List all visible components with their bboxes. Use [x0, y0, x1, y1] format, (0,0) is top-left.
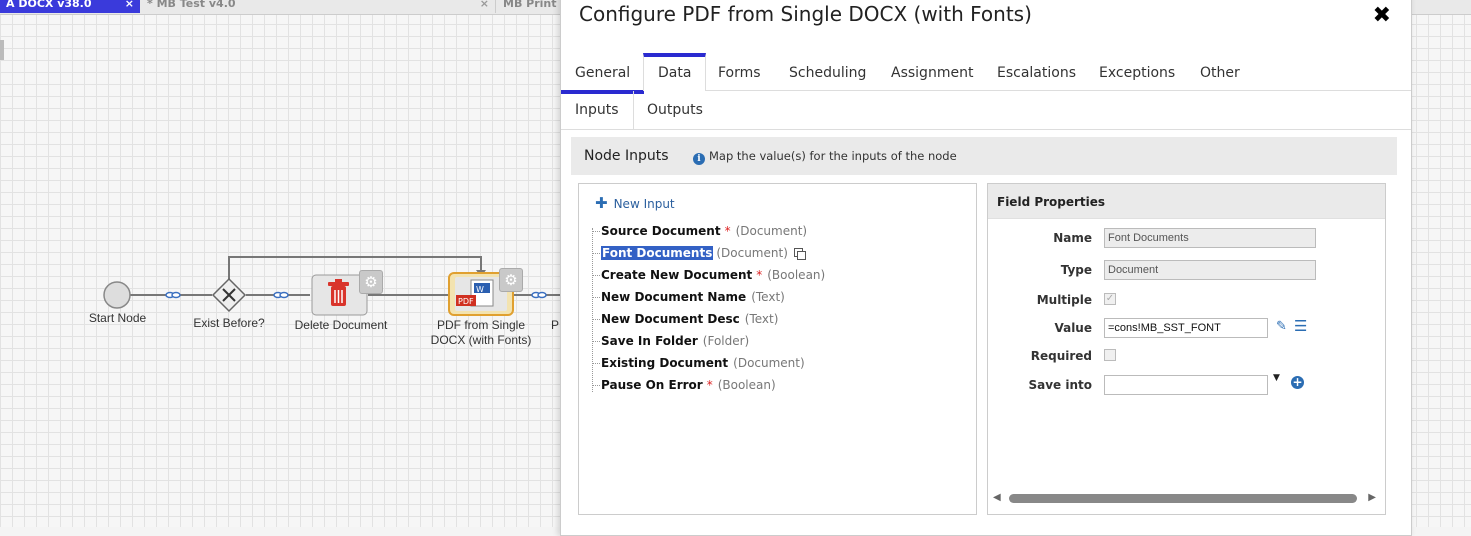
input-name[interactable]: Source Document	[601, 224, 721, 238]
field-properties-title: Field Properties	[997, 195, 1106, 209]
scrollbar-thumb[interactable]	[1009, 494, 1357, 503]
link-icon	[531, 291, 547, 299]
tab-other[interactable]: Other	[1200, 53, 1240, 90]
trash-icon	[328, 279, 349, 306]
node-inputs-title: Node Inputs	[584, 148, 669, 164]
tab-forms[interactable]: Forms	[718, 53, 761, 90]
new-input-button[interactable]: ✚ New Input	[595, 194, 675, 212]
multiple-row: Multiple ✓	[988, 290, 1385, 314]
input-type: (Document)	[716, 246, 788, 260]
required-marker: *	[756, 268, 763, 282]
tree-item-new-document-desc[interactable]: New Document Desc (Text)	[592, 312, 778, 332]
required-marker: *	[724, 224, 731, 238]
input-type: (Text)	[744, 312, 779, 326]
value-input[interactable]: =cons!MB_SST_FONT	[1104, 318, 1268, 338]
dialog-tabs: General Data Forms Scheduling Assignment…	[561, 53, 1411, 94]
value-row: Value =cons!MB_SST_FONT ✎ ☰	[988, 317, 1385, 342]
input-name[interactable]: New Document Desc	[601, 312, 740, 326]
tab-data[interactable]: Data	[643, 53, 707, 91]
tab-escalations[interactable]: Escalations	[997, 53, 1076, 90]
new-input-label: New Input	[613, 197, 675, 211]
tree-item-existing-document[interactable]: Existing Document (Document)	[592, 356, 805, 376]
input-type: (Document)	[733, 356, 805, 370]
save-into-row: Save into ▼ +	[988, 373, 1385, 399]
tree-item-create-new-document[interactable]: Create New Document * (Boolean)	[592, 268, 825, 288]
value-label: Value	[1054, 321, 1092, 335]
tree-item-font-documents[interactable]: Font Documents (Document)	[592, 246, 806, 266]
tree-item-save-in-folder[interactable]: Save In Folder (Folder)	[592, 334, 749, 354]
multiple-label: Multiple	[1036, 293, 1092, 307]
type-row: Type Document	[988, 260, 1385, 284]
add-icon[interactable]: +	[1291, 376, 1304, 389]
dialog-subtabs: Inputs Outputs	[561, 91, 1411, 130]
tab-exceptions[interactable]: Exceptions	[1099, 53, 1175, 90]
node-inputs-help-text: Map the value(s) for the inputs of the n…	[709, 149, 957, 163]
save-into-label: Save into	[1028, 378, 1092, 392]
inputs-tree: ✚ New Input Source Document * (Document) Fo…	[578, 183, 977, 515]
required-marker: *	[706, 378, 713, 392]
input-name[interactable]: Save In Folder	[601, 334, 698, 348]
tree-item-pause-on-error[interactable]: Pause On Error * (Boolean)	[592, 378, 776, 398]
plus-icon: ✚	[595, 194, 608, 212]
input-type: (Text)	[751, 290, 785, 304]
required-label: Required	[1030, 349, 1092, 363]
name-row: Name Font Documents	[988, 228, 1385, 252]
gateway-label: Exist Before?	[193, 316, 265, 330]
svg-text:W: W	[476, 285, 484, 294]
pdf-node-label: PDF from Single DOCX (with Fonts)	[422, 318, 540, 348]
input-type: (Boolean)	[767, 268, 826, 282]
copy-icon[interactable]	[793, 248, 806, 260]
link-icon	[273, 291, 289, 299]
delete-node-label: Delete Document	[294, 318, 388, 332]
configure-node-dialog: Configure PDF from Single DOCX (with Fon…	[560, 0, 1412, 536]
type-label: Type	[1060, 263, 1092, 277]
tab-assignment[interactable]: Assignment	[891, 53, 973, 90]
required-row: Required	[988, 346, 1385, 370]
input-name[interactable]: Existing Document	[601, 356, 728, 370]
horizontal-scrollbar[interactable]: ◀ ▶	[993, 492, 1381, 506]
name-label: Name	[1053, 231, 1092, 245]
field-properties-panel: Field Properties Name Font Documents Typ…	[987, 183, 1386, 515]
multiple-checkbox: ✓	[1104, 293, 1116, 305]
save-into-select[interactable]	[1104, 375, 1268, 395]
input-type: (Boolean)	[717, 378, 776, 392]
process-flow-diagram: W PDF	[103, 256, 560, 316]
link-icon	[165, 291, 181, 299]
input-name[interactable]: New Document Name	[601, 290, 746, 304]
node-inputs-header: Node Inputs i Map the value(s) for the in…	[571, 137, 1397, 175]
type-field: Document	[1104, 260, 1316, 280]
subtab-inputs[interactable]: Inputs	[561, 91, 634, 129]
field-properties-header: Field Properties	[988, 184, 1385, 219]
info-icon: i	[693, 153, 705, 165]
subtab-outputs[interactable]: Outputs	[647, 91, 703, 129]
tab-scheduling[interactable]: Scheduling	[789, 53, 866, 90]
start-node-label: Start Node	[88, 311, 147, 325]
svg-text:PDF: PDF	[458, 297, 474, 306]
gear-icon[interactable]: ⚙	[499, 268, 523, 292]
close-icon[interactable]: ✖	[1373, 3, 1391, 28]
input-type: (Folder)	[702, 334, 750, 348]
input-type: (Document)	[735, 224, 808, 238]
tree-item-new-document-name[interactable]: New Document Name (Text)	[592, 290, 785, 310]
tree-item-source-document[interactable]: Source Document * (Document)	[592, 224, 807, 244]
node-inputs-help: i Map the value(s) for the inputs of the …	[693, 137, 957, 175]
scroll-right-icon[interactable]: ▶	[1368, 492, 1376, 503]
list-icon[interactable]: ☰	[1294, 317, 1307, 335]
dialog-title: Configure PDF from Single DOCX (with Fon…	[579, 2, 1032, 26]
input-name[interactable]: Font Documents	[601, 246, 714, 260]
edit-expression-icon[interactable]: ✎	[1276, 319, 1287, 334]
start-node-circle	[103, 281, 131, 309]
input-name[interactable]: Pause On Error	[601, 378, 703, 392]
chevron-down-icon[interactable]: ▼	[1273, 373, 1280, 383]
gear-icon[interactable]: ⚙	[359, 270, 383, 294]
name-field: Font Documents	[1104, 228, 1316, 248]
tab-general[interactable]: General	[561, 53, 645, 94]
pdf-node-label-line2: DOCX (with Fonts)	[430, 333, 532, 347]
scroll-left-icon[interactable]: ◀	[993, 492, 1001, 503]
pdf-node-label-line1: PDF from Single	[436, 318, 526, 332]
input-name[interactable]: Create New Document	[601, 268, 752, 282]
required-checkbox	[1104, 349, 1116, 361]
